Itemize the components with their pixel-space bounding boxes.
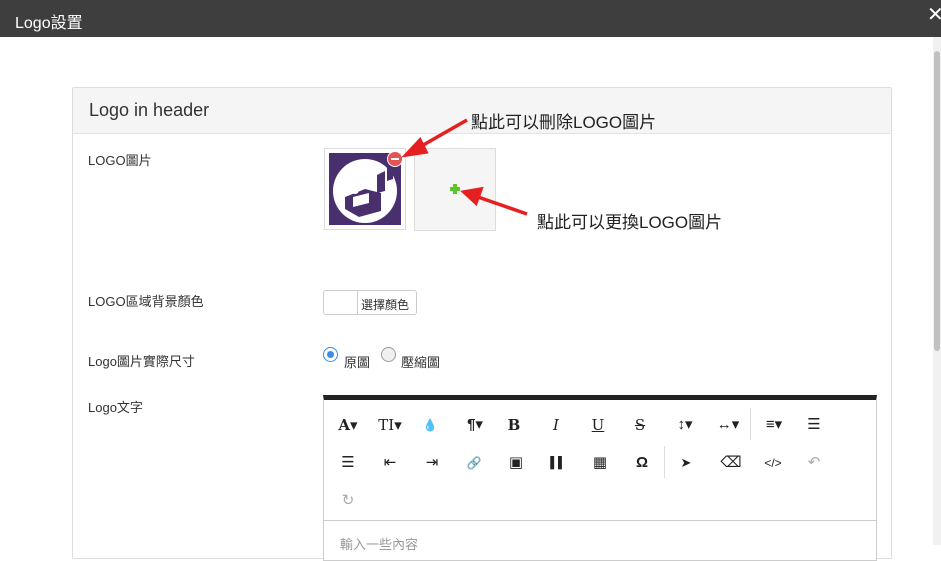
image-size-label: Logo圖片實際尺寸 (88, 354, 195, 369)
code-view-icon[interactable]: </> (760, 453, 786, 473)
underline-button[interactable]: U (588, 415, 608, 435)
select-pointer-icon[interactable]: ➤ (676, 453, 696, 473)
video-icon[interactable]: ▌▌ (548, 453, 568, 473)
arrow-replace-head (460, 186, 484, 207)
toolbar-separator (750, 408, 751, 440)
radio-compressed[interactable] (381, 347, 396, 362)
color-swatch (324, 291, 358, 314)
arrow-replace-line (477, 195, 528, 216)
editor-placeholder: 輸入一些內容 (340, 537, 419, 552)
indent-icon[interactable]: ⇥ (422, 453, 442, 473)
editor-content-area[interactable]: 輸入一些內容 (324, 520, 876, 561)
line-height-button[interactable]: ↕▾ (670, 415, 700, 435)
special-char-icon[interactable]: Ω (632, 453, 652, 473)
choose-color-button[interactable]: 選擇顏色 (323, 290, 417, 315)
align-button[interactable]: ≡▾ (758, 415, 790, 435)
ordered-list-icon[interactable]: ☰ (804, 415, 824, 435)
radio-compressed-label: 壓縮圖 (401, 355, 441, 370)
image-icon[interactable]: ▣ (506, 453, 526, 473)
arrow-remove-line (417, 118, 468, 150)
bg-color-label: LOGO區域背景顏色 (88, 294, 204, 309)
undo-icon[interactable]: ↶ (804, 453, 824, 473)
font-style-button[interactable]: A▾ (334, 415, 362, 435)
arrow-remove-head (401, 136, 429, 158)
toolbar-row-3: ↻ (324, 482, 876, 520)
eraser-icon[interactable]: ⌫ (720, 453, 742, 473)
paragraph-button[interactable]: ¶▾ (460, 415, 490, 435)
toolbar-row-2: ☰ ⇤ ⇥ 🔗 ▣ ▌▌ ▦ Ω ➤ ⌫ </> ↶ (324, 444, 876, 482)
italic-button[interactable]: I (546, 415, 566, 435)
logo-text-label: Logo文字 (88, 400, 143, 415)
table-icon[interactable]: ▦ (590, 453, 610, 473)
radio-original[interactable] (323, 347, 338, 362)
outdent-icon[interactable]: ⇤ (380, 453, 400, 473)
font-size-button[interactable]: TI▾ (374, 415, 406, 435)
bold-button[interactable]: B (504, 415, 524, 435)
color-drop-icon[interactable]: 💧 (420, 415, 440, 435)
strikethrough-button[interactable]: S (630, 415, 650, 435)
choose-color-label: 選擇顏色 (361, 298, 410, 312)
rich-text-editor: A▾ TI▾ 💧 ¶▾ B I U S ↕▾ ↔▾ ≡▾ ☰ ☰ ⇤ ⇥ 🔗 ▣… (323, 395, 877, 561)
unordered-list-icon[interactable]: ☰ (338, 453, 358, 473)
redo-icon[interactable]: ↻ (338, 491, 358, 511)
toolbar-separator (664, 446, 665, 478)
letter-spacing-button[interactable]: ↔▾ (712, 415, 744, 435)
toolbar-row-1: A▾ TI▾ 💧 ¶▾ B I U S ↕▾ ↔▾ ≡▾ ☰ (324, 406, 876, 444)
radio-original-label: 原圖 (344, 355, 371, 370)
link-icon[interactable]: 🔗 (464, 453, 484, 473)
